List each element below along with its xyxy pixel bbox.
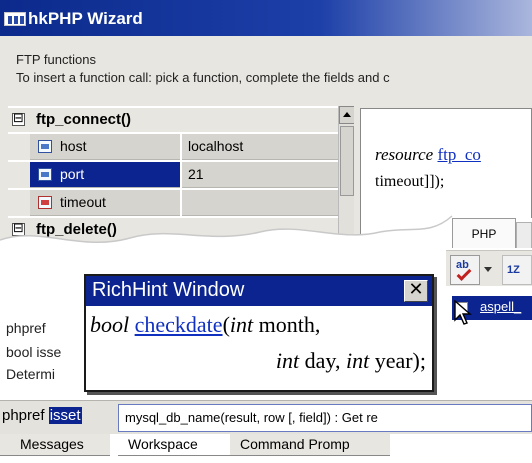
function-link[interactable]: checkdate: [135, 312, 223, 337]
tab-next[interactable]: [516, 222, 532, 248]
return-type: bool: [90, 312, 130, 337]
tab-messages[interactable]: Messages: [0, 434, 110, 456]
menu-item-label: aspell_: [480, 299, 522, 314]
status-bar: phpref isset mysql_db_name(result, row […: [0, 400, 532, 434]
editor-line: Determi: [6, 366, 56, 382]
tab-command-prompt[interactable]: Command Promp: [230, 434, 390, 456]
richhint-titlebar[interactable]: RichHint Window ✕: [86, 276, 432, 306]
status-label: phpref isset: [2, 407, 82, 424]
richhint-body: bool checkdate(int month, int day, int y…: [88, 308, 430, 388]
richhint-title: RichHint Window: [92, 279, 245, 301]
sort-button[interactable]: 1Z: [502, 255, 532, 285]
editor-toolbar: ab 1Z: [446, 250, 532, 286]
signature-line-2: int day, int year);: [275, 348, 426, 373]
tab-php[interactable]: PHP: [452, 218, 516, 248]
richhint-window: RichHint Window ✕ bool checkdate(int mon…: [84, 274, 434, 392]
status-highlight: isset: [48, 407, 82, 424]
editor-line: phpref: [6, 320, 46, 336]
chevron-down-icon[interactable]: [484, 267, 492, 272]
bottom-tabs: Messages Workspace Command Promp: [0, 434, 532, 463]
sort-icon: 1Z: [507, 264, 520, 276]
mouse-cursor-icon: [454, 300, 472, 325]
spellcheck-button[interactable]: ab: [450, 255, 480, 285]
close-icon: ✕: [408, 279, 424, 300]
status-prefix: phpref: [2, 407, 49, 424]
tab-workspace[interactable]: Workspace: [118, 434, 230, 456]
editor-line: bool isse: [6, 344, 62, 360]
editor-tabstrip: PHP: [452, 218, 532, 250]
close-button[interactable]: ✕: [404, 280, 428, 302]
editor-text-area[interactable]: phpref bool isse Determi: [0, 300, 90, 400]
hint-text-field[interactable]: mysql_db_name(result, row [, field]) : G…: [118, 404, 532, 432]
signature-line-1: bool checkdate(int month,: [90, 312, 321, 337]
